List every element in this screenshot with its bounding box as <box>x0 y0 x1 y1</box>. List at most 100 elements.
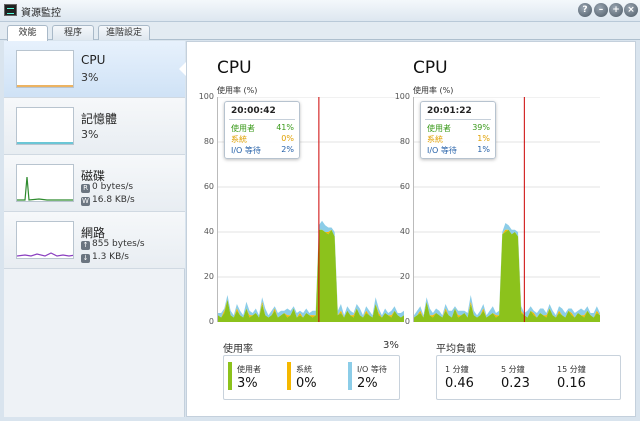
minimize-icon[interactable]: – <box>594 3 608 17</box>
load-box: 1 分鐘 0.46 5 分鐘 0.23 15 分鐘 0.16 <box>436 355 621 400</box>
tooltip-io-value: 1% <box>477 145 490 154</box>
chart-tooltip: 20:01:22 使用者 39% 系統 1% I/O 等待 1% <box>420 101 496 159</box>
close-icon[interactable]: × <box>624 3 638 17</box>
tab-bar: 效能 程序 進階設定 <box>0 22 640 41</box>
y-tick-label: 40 <box>203 227 214 236</box>
tooltip-io-value: 2% <box>281 145 294 154</box>
network-thumbnail <box>16 221 74 259</box>
read-badge-icon: R <box>81 184 90 193</box>
user-area <box>414 229 600 322</box>
sidebar-item-disk[interactable]: 磁碟 R0 bytes/s W 16.8 KB/s <box>4 155 185 212</box>
tab-advanced-settings[interactable]: 進階設定 <box>98 25 150 40</box>
io-label: I/O 等待 <box>357 365 387 374</box>
upload-arrow-icon: ↑ <box>81 241 90 250</box>
tooltip-user-row: 使用者 39% <box>427 123 490 134</box>
tooltip-divider <box>229 119 295 120</box>
disk-read-value: 0 bytes/s <box>92 182 134 192</box>
network-download-value: 1.3 KB/s <box>92 252 129 262</box>
window-title: 資源監控 <box>21 8 61 19</box>
sidebar: CPU 3% 記憶體 3% 磁碟 R0 bytes/s W 16.8 KB/s 網… <box>4 41 186 417</box>
tab-processes[interactable]: 程序 <box>52 25 94 40</box>
tooltip-io-row: I/O 等待 1% <box>427 145 490 156</box>
tooltip-system-row: 系統 1% <box>427 134 490 145</box>
y-axis-label: 使用率 (%) <box>217 86 258 95</box>
tooltip-io-label: I/O 等待 <box>231 146 261 155</box>
tooltip-system-label: 系統 <box>427 135 443 144</box>
y-tick-label: 0 <box>404 317 410 326</box>
tooltip-time: 20:00:42 <box>231 106 276 116</box>
io-value: 2% <box>357 376 378 391</box>
y-tick-label: 100 <box>394 92 410 101</box>
tooltip-system-row: 系統 0% <box>231 134 294 145</box>
io-wait-area <box>218 220 404 318</box>
chart-tooltip: 20:00:42 使用者 41% 系統 0% I/O 等待 2% <box>224 101 300 159</box>
y-tick-label: 20 <box>399 272 410 281</box>
system-value: 0% <box>296 376 317 391</box>
tooltip-system-value: 1% <box>477 134 490 143</box>
tooltip-system-value: 0% <box>281 134 294 143</box>
resource-monitor-icon <box>4 4 17 16</box>
usage-box: 使用者 3% 系統 0% I/O 等待 2% <box>223 355 400 400</box>
user-color-bar <box>228 362 232 390</box>
memory-thumbnail <box>16 107 74 145</box>
tooltip-io-label: I/O 等待 <box>427 146 457 155</box>
memory-value: 3% <box>81 128 99 141</box>
y-tick-label: 100 <box>198 92 214 101</box>
tooltip-user-label: 使用者 <box>427 124 451 133</box>
load-1min-value: 0.46 <box>445 376 474 391</box>
tooltip-user-value: 41% <box>276 123 294 132</box>
tooltip-user-label: 使用者 <box>231 124 255 133</box>
sidebar-item-memory[interactable]: 記憶體 3% <box>4 98 185 155</box>
network-download: ↓ 1.3 KB/s <box>81 252 129 263</box>
y-tick-label: 20 <box>203 272 214 281</box>
y-tick-label: 60 <box>399 182 410 191</box>
user-value: 3% <box>237 376 258 391</box>
network-upload: ↑ 855 bytes/s <box>81 239 145 250</box>
y-tick-label: 60 <box>203 182 214 191</box>
tooltip-user-row: 使用者 41% <box>231 123 294 134</box>
y-tick-label: 40 <box>399 227 410 236</box>
tooltip-io-row: I/O 等待 2% <box>231 145 294 156</box>
tooltip-time: 20:01:22 <box>427 106 472 116</box>
maximize-icon[interactable]: + <box>609 3 623 17</box>
chart-title: CPU <box>217 58 252 78</box>
load-average-label: 平均負載 <box>436 344 476 355</box>
sidebar-item-label: 記憶體 <box>81 112 118 126</box>
load-15min-value: 0.16 <box>557 376 586 391</box>
download-arrow-icon: ↓ <box>81 254 90 263</box>
y-axis-label: 使用率 (%) <box>413 86 454 95</box>
write-badge-icon: W <box>81 197 90 206</box>
disk-thumbnail <box>16 164 74 202</box>
y-tick-label: 80 <box>203 137 214 146</box>
system-label: 系統 <box>296 365 312 374</box>
load-15min-label: 15 分鐘 <box>557 365 586 374</box>
usage-total: 3% <box>383 340 399 351</box>
tab-performance[interactable]: 效能 <box>7 25 48 41</box>
tooltip-divider <box>425 119 491 120</box>
load-1min-label: 1 分鐘 <box>445 365 469 374</box>
network-upload-value: 855 bytes/s <box>92 239 145 249</box>
disk-read: R0 bytes/s <box>81 182 133 193</box>
tooltip-system-label: 系統 <box>231 135 247 144</box>
sidebar-item-label: CPU <box>81 53 106 67</box>
disk-write-value: 16.8 KB/s <box>92 195 135 205</box>
sidebar-item-cpu[interactable]: CPU 3% <box>4 41 186 98</box>
title-bar: 資源監控 ? – + × <box>0 0 640 22</box>
y-tick-label: 80 <box>399 137 410 146</box>
disk-write: W 16.8 KB/s <box>81 195 135 206</box>
cpu-value: 3% <box>81 71 99 84</box>
load-5min-label: 5 分鐘 <box>501 365 525 374</box>
cpu-thumbnail <box>16 50 74 88</box>
user-label: 使用者 <box>237 365 261 374</box>
system-color-bar <box>287 362 291 390</box>
y-tick-label: 0 <box>208 317 214 326</box>
chart-title: CPU <box>413 58 448 78</box>
load-5min-value: 0.23 <box>501 376 530 391</box>
usage-label: 使用率 <box>223 344 253 355</box>
help-icon[interactable]: ? <box>578 3 592 17</box>
sidebar-item-network[interactable]: 網路 ↑ 855 bytes/s ↓ 1.3 KB/s <box>4 212 185 269</box>
main-panel: CPU 使用率 (%) 0 20 40 60 80 100 20:00:42 使用者 41%… <box>186 41 636 417</box>
selection-arrow <box>179 62 186 76</box>
tooltip-user-value: 39% <box>472 123 490 132</box>
io-color-bar <box>348 362 352 390</box>
